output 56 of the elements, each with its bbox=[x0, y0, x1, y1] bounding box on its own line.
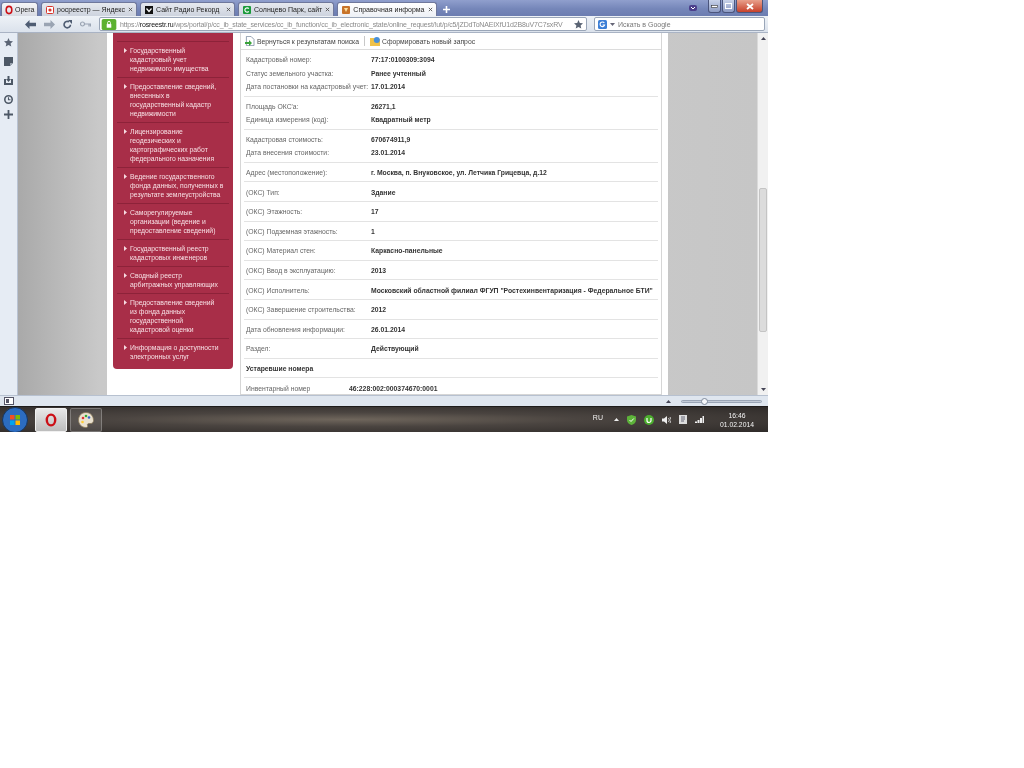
ring-logo-icon bbox=[45, 412, 57, 427]
page-arrow-icon bbox=[245, 36, 255, 46]
folder-icon bbox=[370, 36, 380, 46]
close-icon[interactable] bbox=[128, 7, 133, 12]
close-button[interactable] bbox=[736, 0, 763, 13]
windows-logo-icon[interactable] bbox=[2, 406, 28, 432]
arrow-left-icon[interactable] bbox=[25, 19, 36, 29]
triangle-bullet-icon bbox=[124, 84, 127, 89]
triangle-bullet-icon bbox=[124, 48, 127, 53]
lock-icon bbox=[101, 18, 117, 30]
shield-icon[interactable] bbox=[626, 414, 636, 425]
caret-up-icon[interactable] bbox=[760, 37, 766, 40]
site-logo-icon bbox=[342, 5, 351, 14]
triangle-bullet-icon bbox=[124, 345, 127, 350]
document-icon[interactable] bbox=[678, 415, 687, 424]
site-logo-icon bbox=[243, 5, 251, 14]
signal-icon[interactable] bbox=[694, 416, 704, 423]
triangle-bullet-icon bbox=[124, 246, 127, 251]
site-logo-icon bbox=[145, 5, 153, 14]
site-logo-icon bbox=[46, 5, 54, 14]
scroll-thumb[interactable] bbox=[759, 188, 767, 332]
maximize-button[interactable] bbox=[722, 0, 735, 13]
download-icon[interactable] bbox=[4, 76, 13, 85]
star-icon[interactable] bbox=[574, 19, 583, 29]
star-icon[interactable] bbox=[4, 38, 13, 47]
close-icon bbox=[745, 2, 754, 10]
speaker-icon[interactable] bbox=[661, 415, 671, 424]
plus-icon[interactable] bbox=[4, 110, 13, 119]
minimize-button[interactable] bbox=[708, 0, 721, 13]
circular-arrow-icon[interactable] bbox=[63, 19, 72, 29]
caret-down-icon[interactable] bbox=[760, 388, 766, 391]
caret-down-icon[interactable] bbox=[610, 22, 615, 26]
note-icon[interactable] bbox=[4, 57, 13, 66]
panel-toggle-icon[interactable] bbox=[4, 397, 14, 405]
triangle-bullet-icon bbox=[124, 273, 127, 278]
clock-icon[interactable] bbox=[4, 95, 13, 104]
scrollbar[interactable] bbox=[757, 33, 768, 395]
maximize-icon bbox=[725, 3, 732, 9]
minimize-icon bbox=[711, 4, 718, 8]
tile-logo-icon bbox=[598, 19, 607, 29]
palette-icon bbox=[78, 411, 94, 428]
ring-logo-icon bbox=[5, 4, 13, 15]
round-logo-icon[interactable] bbox=[643, 414, 654, 425]
caret-icon[interactable] bbox=[689, 5, 697, 11]
triangle-bullet-icon bbox=[124, 129, 127, 134]
close-icon[interactable] bbox=[325, 7, 331, 12]
taskbar-button[interactable] bbox=[35, 407, 67, 432]
caret-up-icon[interactable] bbox=[666, 399, 671, 403]
triangle-bullet-icon bbox=[124, 210, 127, 215]
close-icon[interactable] bbox=[226, 7, 231, 12]
triangle-bullet-icon bbox=[124, 174, 127, 179]
close-icon[interactable] bbox=[427, 7, 433, 12]
slider-thumb[interactable] bbox=[700, 397, 708, 405]
triangle-bullet-icon bbox=[124, 300, 127, 305]
caret-up-icon[interactable] bbox=[613, 418, 619, 421]
zoom-slider[interactable] bbox=[681, 399, 762, 403]
